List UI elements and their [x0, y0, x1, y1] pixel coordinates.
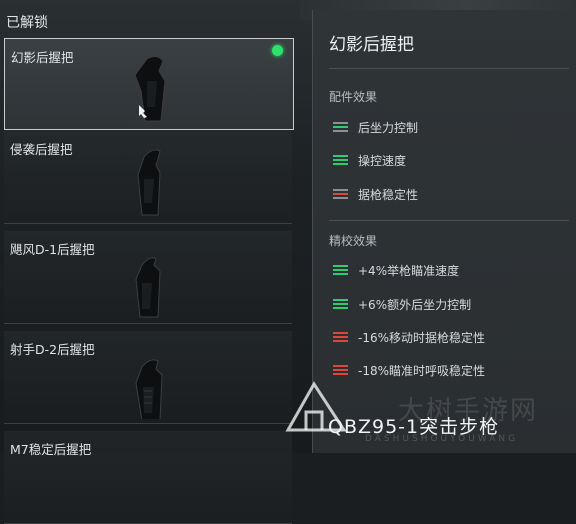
tuning-label: +4%举枪瞄准速度: [358, 263, 460, 278]
grip-item-m7-stable[interactable]: M7稳定后握把: [4, 431, 292, 524]
effect-label: 操控速度: [358, 153, 407, 168]
equipped-indicator-icon: [272, 45, 283, 56]
grip-item-shooter-d2[interactable]: 射手D-2后握把: [4, 331, 292, 424]
effect-handling-speed: 操控速度: [333, 151, 406, 169]
tuning-label: +6%额外后坐力控制: [358, 297, 472, 312]
grip-item-hurricane-d1[interactable]: 飓风D-1后握把: [4, 231, 292, 324]
weapon-name: QBZ95-1突击步枪: [328, 416, 500, 438]
section-title-unlocked: 已解锁: [6, 15, 48, 31]
grip-image-icon: [135, 257, 161, 318]
grip-item-phantom[interactable]: 幻影后握把: [4, 38, 294, 130]
negative-indicator-icon: [333, 365, 348, 375]
grip-item-label: 侵袭后握把: [10, 142, 73, 157]
tuning-extra-recoil: +6%额外后坐力控制: [333, 295, 471, 313]
detail-panel-title: 幻影后握把: [329, 35, 414, 55]
grip-image-icon: [137, 149, 161, 216]
grip-item-label: M7稳定后握把: [10, 442, 92, 457]
positive-indicator-icon: [333, 265, 348, 275]
tuning-breath-stability: -18%瞄准时呼吸稳定性: [333, 361, 485, 379]
effect-aim-stability: 据枪稳定性: [333, 185, 418, 203]
grip-image-icon: [134, 55, 166, 122]
effect-label: 后坐力控制: [358, 120, 419, 135]
grip-item-raid[interactable]: 侵袭后握把: [4, 131, 292, 224]
tuning-label: -16%移动时据枪稳定性: [358, 330, 486, 345]
tuning-move-stability: -16%移动时据枪稳定性: [333, 328, 485, 346]
grip-item-label: 幻影后握把: [11, 50, 74, 65]
grip-image-icon: [135, 359, 163, 419]
tuning-label: -18%瞄准时呼吸稳定性: [358, 363, 486, 378]
positive-indicator-icon: [333, 155, 348, 165]
neutral-indicator-icon: [333, 122, 348, 132]
divider: [329, 68, 569, 69]
effect-recoil-control: 后坐力控制: [333, 118, 418, 136]
positive-indicator-icon: [333, 299, 348, 309]
detail-panel: 幻影后握把 配件效果 后坐力控制 操控速度 据枪稳定性 精校效果 +4%举枪瞄准…: [312, 10, 576, 453]
negative-indicator-icon: [333, 189, 348, 199]
grip-item-label: 射手D-2后握把: [10, 342, 95, 357]
divider: [329, 220, 569, 221]
effects-section-title: 配件效果: [329, 90, 378, 104]
tuning-section-title: 精校效果: [329, 234, 378, 248]
effect-label: 据枪稳定性: [358, 187, 419, 202]
negative-indicator-icon: [333, 332, 348, 342]
grip-item-label: 飓风D-1后握把: [10, 242, 95, 257]
tuning-ads-speed: +4%举枪瞄准速度: [333, 261, 459, 279]
